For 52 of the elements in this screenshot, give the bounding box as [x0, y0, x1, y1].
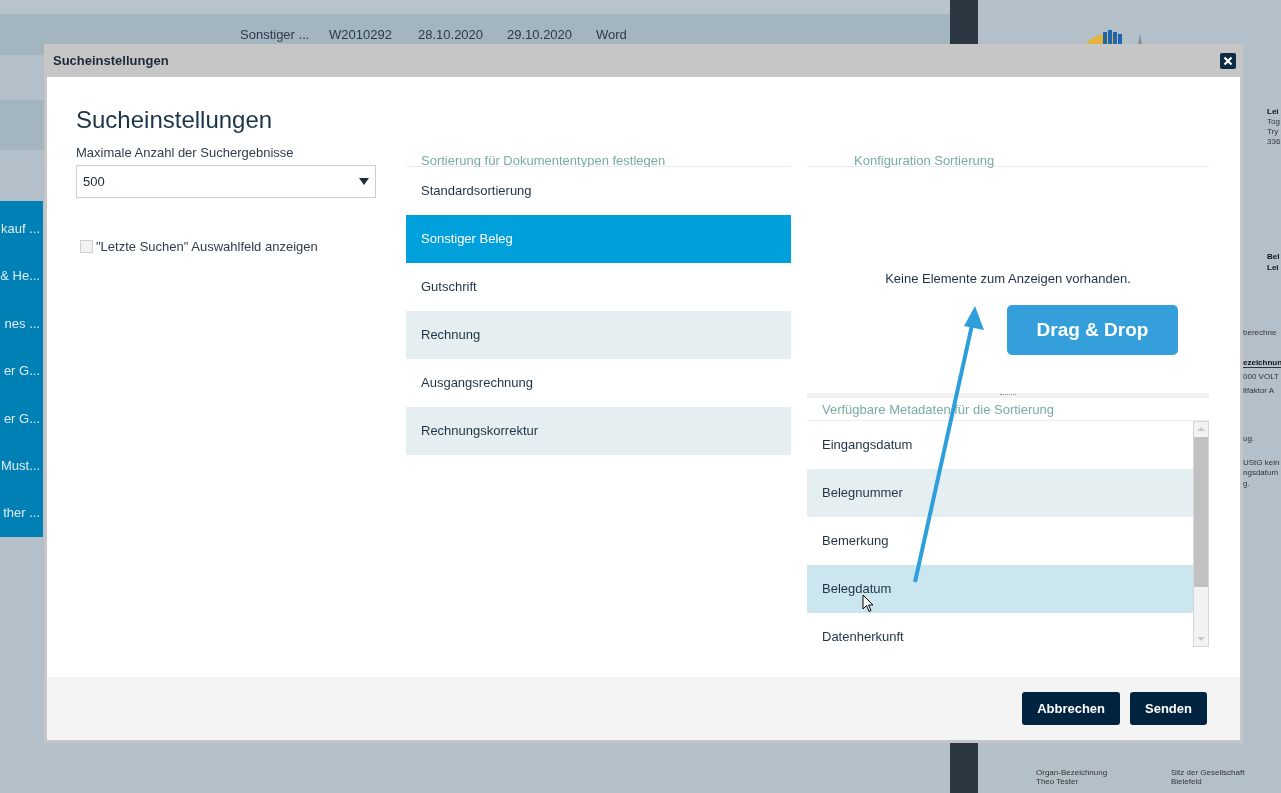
document-text: Bielefeld: [1171, 777, 1202, 786]
table-cell-text: 29.10.2020: [507, 25, 574, 44]
cursor-icon: [862, 594, 874, 613]
table-cell-text: W2010292: [329, 25, 393, 44]
sidebar-item[interactable]: ther ...: [3, 503, 40, 523]
column-header: Konfiguration Sortierung: [854, 153, 995, 168]
drag-drop-label: Drag & Drop: [1007, 305, 1178, 355]
table-cell-text: 28.10.2020: [418, 25, 485, 44]
splitter-handle[interactable]: [807, 393, 1209, 398]
table-cell-text: Word: [596, 25, 628, 44]
sidebar-item[interactable]: er G...: [3, 361, 40, 381]
document-text: 336: [1267, 137, 1281, 146]
document-text: Sitz der Gesellschaft: [1171, 768, 1245, 777]
document-text: Bel: [1267, 252, 1280, 261]
checkbox[interactable]: [80, 240, 93, 254]
caret-icon: [359, 178, 369, 185]
cancel-button[interactable]: Abbrechen: [1022, 692, 1121, 725]
empty-message: Keine Elemente zum Anzeigen vorhanden.: [885, 270, 1131, 289]
sidebar-item[interactable]: kauf ...: [0, 218, 40, 239]
column-header: Sortierung für Dokumententypen festlegen: [421, 153, 666, 168]
document-text: Theo Tester: [1036, 777, 1079, 786]
document-text: Lei: [1267, 263, 1279, 272]
scrollbar[interactable]: [1193, 421, 1209, 647]
column-header: Verfügbare Metadaten für die Sortierung: [822, 402, 1054, 418]
document-text: berechne: [1243, 328, 1277, 337]
table-cell-text: Sonstiger ...: [240, 25, 311, 44]
sidebar-item[interactable]: nes ...: [4, 313, 40, 334]
checkbox-label: "Letzte Suchen" Auswahlfeld anzeigen: [96, 238, 318, 256]
document-text: Tog: [1267, 117, 1280, 126]
dialog-heading: Sucheinstellungen: [76, 105, 274, 135]
document-text: g.: [1243, 479, 1250, 488]
list-band: [0, 100, 44, 150]
metadata-item[interactable]: Belegnummer: [807, 469, 1193, 517]
document-text: UStG kein: [1243, 458, 1280, 467]
send-button[interactable]: Senden: [1130, 692, 1207, 725]
document-type-item[interactable]: Rechnung: [406, 311, 791, 359]
document-text: 000 VOLT: [1243, 372, 1279, 381]
sidebar-item[interactable]: Must...: [1, 456, 40, 476]
document-type-item[interactable]: Rechnungskorrektur: [406, 407, 791, 455]
field-label: Maximale Anzahl der Suchergebnisse: [76, 145, 295, 161]
document-text: Try: [1267, 127, 1279, 136]
max-results-dropdown[interactable]: 500: [76, 165, 376, 198]
metadata-item[interactable]: Belegdatum: [807, 565, 1193, 613]
document-text: ngsdatum: [1243, 468, 1279, 477]
document-text: ug.: [1243, 434, 1255, 443]
document-text: itfaktor A: [1243, 386, 1275, 395]
sidebar-item[interactable]: & He...: [0, 266, 40, 286]
close-icon: [1223, 55, 1233, 66]
document-text: Organ-Bezeichnung: [1036, 768, 1108, 777]
sidebar-item[interactable]: er G...: [3, 408, 40, 429]
close-button[interactable]: [1220, 52, 1236, 69]
document-text: Lei: [1267, 107, 1279, 116]
